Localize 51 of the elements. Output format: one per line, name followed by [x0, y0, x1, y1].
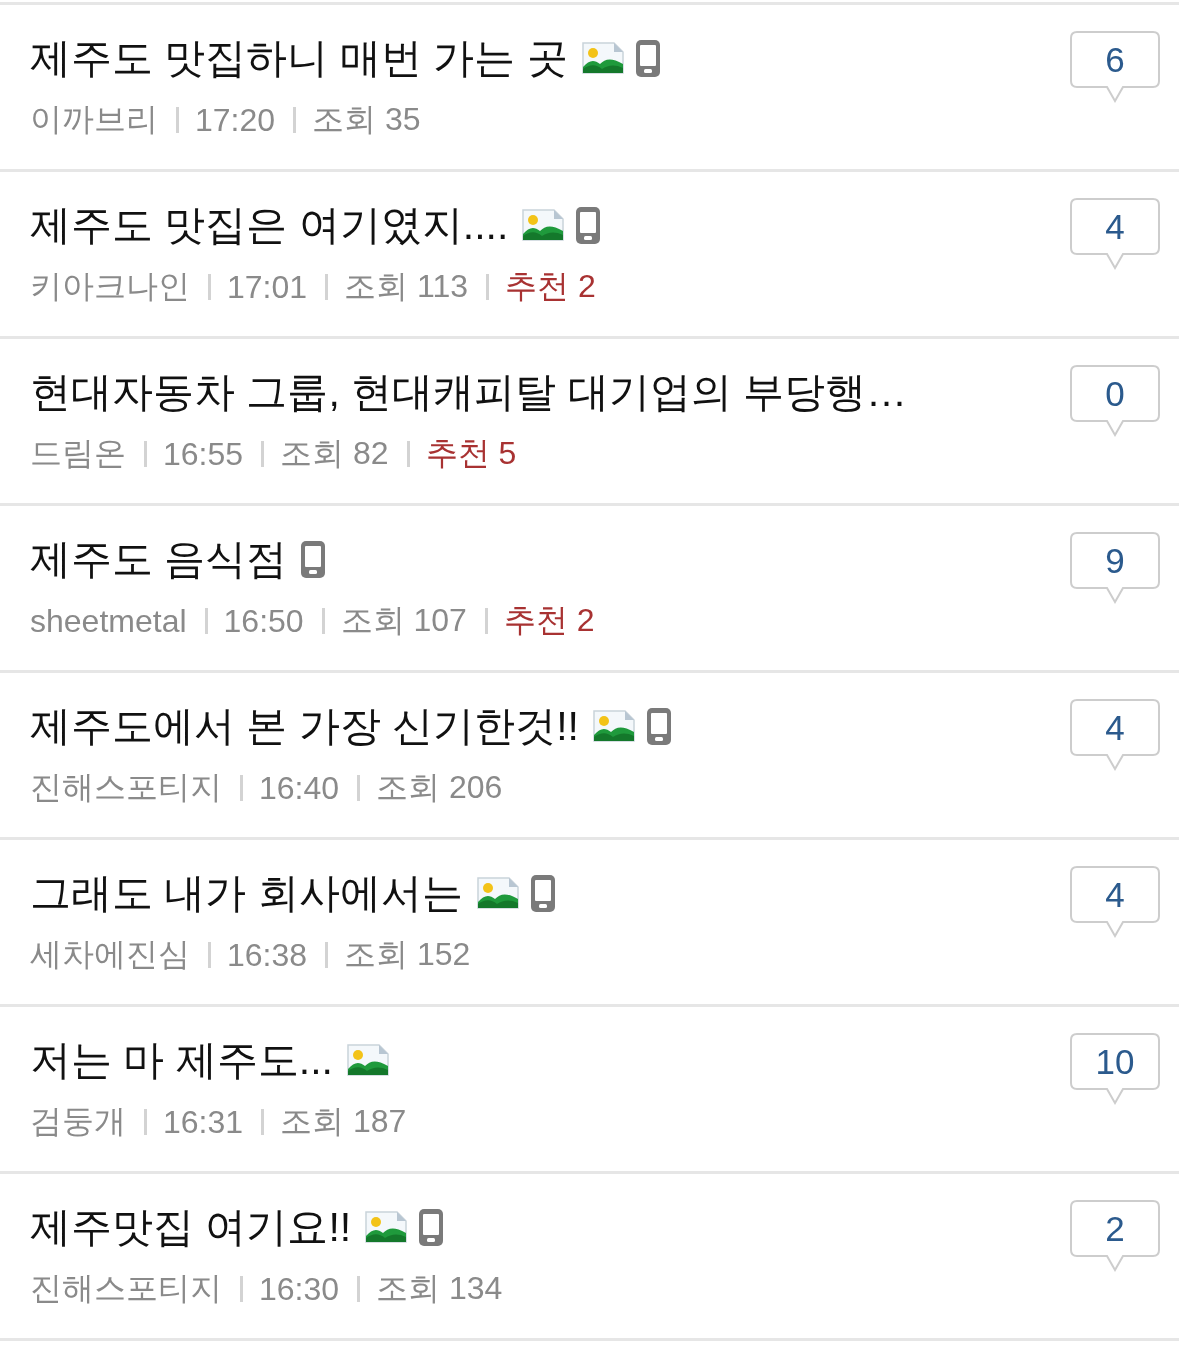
- recommend-count: 추천 2: [503, 601, 595, 640]
- view-count: 조회 187: [280, 1102, 407, 1141]
- comment-count-badge[interactable]: 4: [1070, 699, 1160, 771]
- post-row[interactable]: 제주도 맛집은 여기였지.... 키아크나인 17:01 조회 113 추천 2 4: [0, 172, 1179, 339]
- view-count: 조회 134: [376, 1269, 503, 1308]
- comment-count-badge[interactable]: 6: [1070, 31, 1160, 103]
- post-time: 16:31: [163, 1103, 244, 1141]
- post-row[interactable]: 제주도에서 본 가장 신기한것!! 진해스포티지 16:40 조회 206 4: [0, 673, 1179, 840]
- post-title[interactable]: 저는 마 제주도...: [30, 1032, 333, 1088]
- comment-count-badge[interactable]: 4: [1070, 866, 1160, 938]
- post-time: 17:01: [227, 268, 308, 306]
- comment-count-badge[interactable]: 2: [1070, 1200, 1160, 1272]
- post-time: 17:20: [195, 101, 276, 139]
- recommend-count: 추천 5: [425, 434, 517, 473]
- post-row[interactable]: 현대자동차 그룹, 현대캐피탈 대기업의 부당행… 드림온 16:55 조회 82 추천 5 0: [0, 339, 1179, 506]
- post-row[interactable]: 그래도 내가 회사에서는 세차에진심 16:38 조회 152 4: [0, 840, 1179, 1007]
- author-name: 이까브리: [30, 100, 158, 139]
- post-row[interactable]: 저는 마 제주도... 검둥개 16:31 조회 187 10: [0, 1007, 1179, 1174]
- post-title[interactable]: 제주도에서 본 가장 신기한것!!: [30, 698, 579, 754]
- comment-count-badge[interactable]: 0: [1070, 365, 1160, 437]
- recommend-count: 추천 2: [505, 267, 596, 306]
- author-name: 진해스포티지: [30, 768, 222, 807]
- author-name: 세차에진심: [30, 935, 190, 974]
- author-name: sheetmetal: [30, 602, 187, 640]
- view-count: 조회 113: [344, 267, 468, 306]
- post-row[interactable]: 제주도 음식점 sheetmetal 16:50 조회 107 추천 2 9: [0, 506, 1179, 673]
- post-title[interactable]: 제주맛집 여기요!!: [30, 1199, 352, 1255]
- author-name: 검둥개: [30, 1102, 126, 1141]
- view-count: 조회 152: [344, 935, 471, 974]
- post-title[interactable]: 제주도 맛집은 여기였지....: [30, 197, 509, 253]
- post-time: 16:50: [223, 602, 304, 640]
- view-count: 조회 206: [376, 768, 503, 807]
- post-row[interactable]: 제주도 맛집하니 매번 가는 곳 이까브리 17:20 조회 35 6: [0, 5, 1179, 172]
- comment-count-badge[interactable]: 4: [1070, 198, 1160, 270]
- post-time: 16:30: [259, 1270, 340, 1308]
- author-name: 드림온: [30, 434, 126, 473]
- post-title[interactable]: 제주도 음식점: [30, 531, 288, 587]
- post-title[interactable]: 현대자동차 그룹, 현대캐피탈 대기업의 부당행…: [30, 364, 907, 420]
- view-count: 조회 82: [280, 434, 389, 473]
- comment-count-badge[interactable]: 10: [1070, 1033, 1160, 1105]
- view-count: 조회 35: [312, 100, 421, 139]
- post-time: 16:40: [259, 769, 340, 807]
- post-title[interactable]: 제주도 맛집하니 매번 가는 곳: [30, 30, 568, 86]
- post-time: 16:55: [163, 435, 244, 473]
- post-time: 16:38: [227, 936, 308, 974]
- post-title[interactable]: 그래도 내가 회사에서는: [30, 865, 463, 921]
- author-name: 진해스포티지: [30, 1269, 222, 1308]
- author-name: 키아크나인: [30, 267, 190, 306]
- post-row[interactable]: 제주맛집 여기요!! 진해스포티지 16:30 조회 134 2: [0, 1174, 1179, 1341]
- comment-count-badge[interactable]: 9: [1070, 532, 1160, 604]
- view-count: 조회 107: [340, 601, 467, 640]
